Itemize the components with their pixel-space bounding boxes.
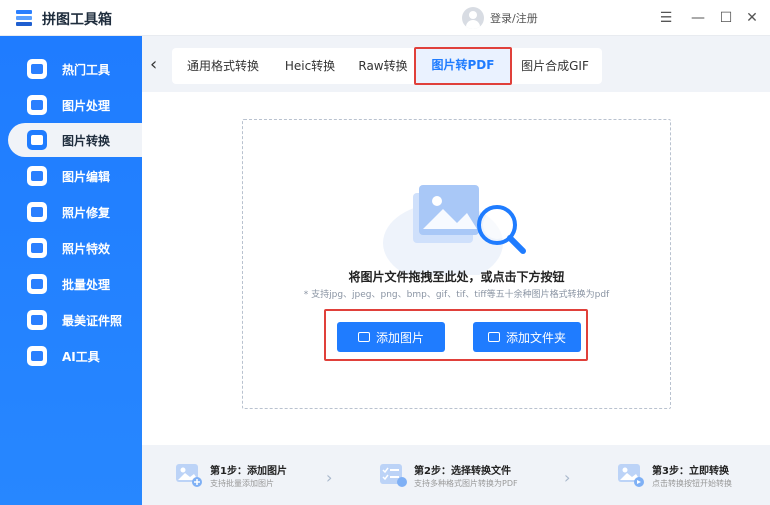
photo-repair-icon — [27, 202, 47, 222]
sidebar-item-label: 图片转换 — [62, 134, 111, 148]
close-button[interactable]: ✕ — [742, 8, 762, 28]
sidebar-item-image-convert[interactable]: 图片转换 — [8, 123, 142, 157]
drop-zone[interactable]: 将图片文件拖拽至此处，或点击下方按钮 * 支持jpg、jpeg、png、bmp、… — [242, 119, 671, 409]
add-image-button[interactable]: 添加图片 — [337, 322, 445, 352]
image-icon — [357, 332, 370, 342]
add-folder-button[interactable]: 添加文件夹 — [473, 322, 581, 352]
image-search-illustration-icon — [383, 185, 526, 275]
title-bar: 拼图工具箱 登录/注册 ☰ — ☐ ✕ — [0, 0, 770, 36]
steps-bar: 第1步：添加图片 支持批量添加图片 › 第2步：选择转换文件 支持多种格式图片转… — [142, 448, 770, 505]
sidebar-item-hot-tools[interactable]: 热门工具 — [0, 52, 142, 86]
step-2-title: 第2步：选择转换文件 — [414, 466, 511, 477]
add-folder-label: 添加文件夹 — [505, 330, 566, 345]
drop-zone-subtitle: * 支持jpg、jpeg、png、bmp、gif、tif、tiff等五十余种图片… — [303, 290, 610, 300]
sidebar-item-batch-process[interactable]: 批量处理 — [0, 267, 142, 301]
sidebar-item-label: AI工具 — [62, 350, 100, 364]
folder-plus-icon — [487, 332, 500, 342]
chevron-right-icon: › — [326, 468, 333, 487]
add-buttons-group: 添加图片 添加文件夹 — [324, 309, 588, 361]
sidebar-item-label: 批量处理 — [62, 278, 111, 292]
sidebar-item-label: 热门工具 — [62, 63, 111, 77]
step-1-desc: 支持批量添加图片 — [210, 479, 274, 488]
step-1-title: 第1步：添加图片 — [210, 466, 287, 477]
minimize-button[interactable]: — — [688, 8, 708, 28]
drop-zone-title: 将图片文件拖拽至此处，或点击下方按钮 — [348, 270, 565, 284]
step-2-desc: 支持多种格式图片转换为PDF — [414, 479, 518, 488]
login-button[interactable]: 登录/注册 — [462, 6, 538, 30]
sidebar-item-photo-repair[interactable]: 照片修复 — [0, 195, 142, 229]
tab-general-format[interactable]: 通用格式转换 — [178, 48, 268, 84]
sidebar-item-label: 图片编辑 — [62, 170, 111, 184]
image-convert-icon — [27, 130, 47, 150]
tab-heic[interactable]: Heic转换 — [274, 48, 346, 84]
convert-step-icon — [618, 464, 644, 487]
hot-tools-icon — [27, 59, 47, 79]
tab-raw[interactable]: Raw转换 — [352, 48, 414, 84]
format-tabs: 通用格式转换 Heic转换 Raw转换 图片转PDF 图片合成GIF — [172, 47, 602, 85]
back-chevron-icon[interactable]: ‹ — [150, 56, 164, 76]
app-logo-icon — [16, 10, 32, 26]
select-file-step-icon — [380, 464, 407, 487]
batch-process-icon — [27, 274, 47, 294]
avatar-icon — [462, 7, 484, 29]
image-process-icon — [27, 95, 47, 115]
sidebar-item-ai-tools[interactable]: AI工具 — [0, 339, 142, 373]
tab-image-to-gif[interactable]: 图片合成GIF — [514, 48, 596, 84]
main-panel: 将图片文件拖拽至此处，或点击下方按钮 * 支持jpg、jpeg、png、bmp、… — [142, 92, 770, 445]
app-title: 拼图工具箱 — [42, 12, 112, 28]
maximize-button[interactable]: ☐ — [716, 8, 736, 28]
menu-icon[interactable]: ☰ — [656, 8, 676, 28]
add-image-step-icon — [176, 464, 202, 487]
sidebar-item-image-process[interactable]: 图片处理 — [0, 88, 142, 122]
tab-image-to-pdf[interactable]: 图片转PDF — [414, 47, 512, 85]
sidebar-item-id-photo[interactable]: 最美证件照 — [0, 303, 142, 337]
photo-effect-icon — [27, 238, 47, 258]
sidebar-item-photo-effect[interactable]: 照片特效 — [0, 231, 142, 265]
step-3-desc: 点击转换按钮开始转换 — [652, 479, 732, 488]
sidebar-item-label: 图片处理 — [62, 99, 111, 113]
step-3-title: 第3步：立即转换 — [652, 466, 729, 477]
sidebar-item-image-edit[interactable]: 图片编辑 — [0, 159, 142, 193]
login-label: 登录/注册 — [490, 12, 538, 25]
sidebar-item-label: 最美证件照 — [62, 314, 123, 328]
id-photo-icon — [27, 310, 47, 330]
ai-tools-icon — [27, 346, 47, 366]
image-edit-icon — [27, 166, 47, 186]
chevron-right-icon: › — [564, 468, 571, 487]
sidebar-item-label: 照片修复 — [62, 206, 111, 220]
add-image-label: 添加图片 — [375, 330, 424, 345]
sidebar: 热门工具 图片处理 图片转换 图片编辑 照片修复 照片特效 批量处理 最美证件照… — [0, 36, 142, 505]
sidebar-item-label: 照片特效 — [62, 242, 111, 256]
